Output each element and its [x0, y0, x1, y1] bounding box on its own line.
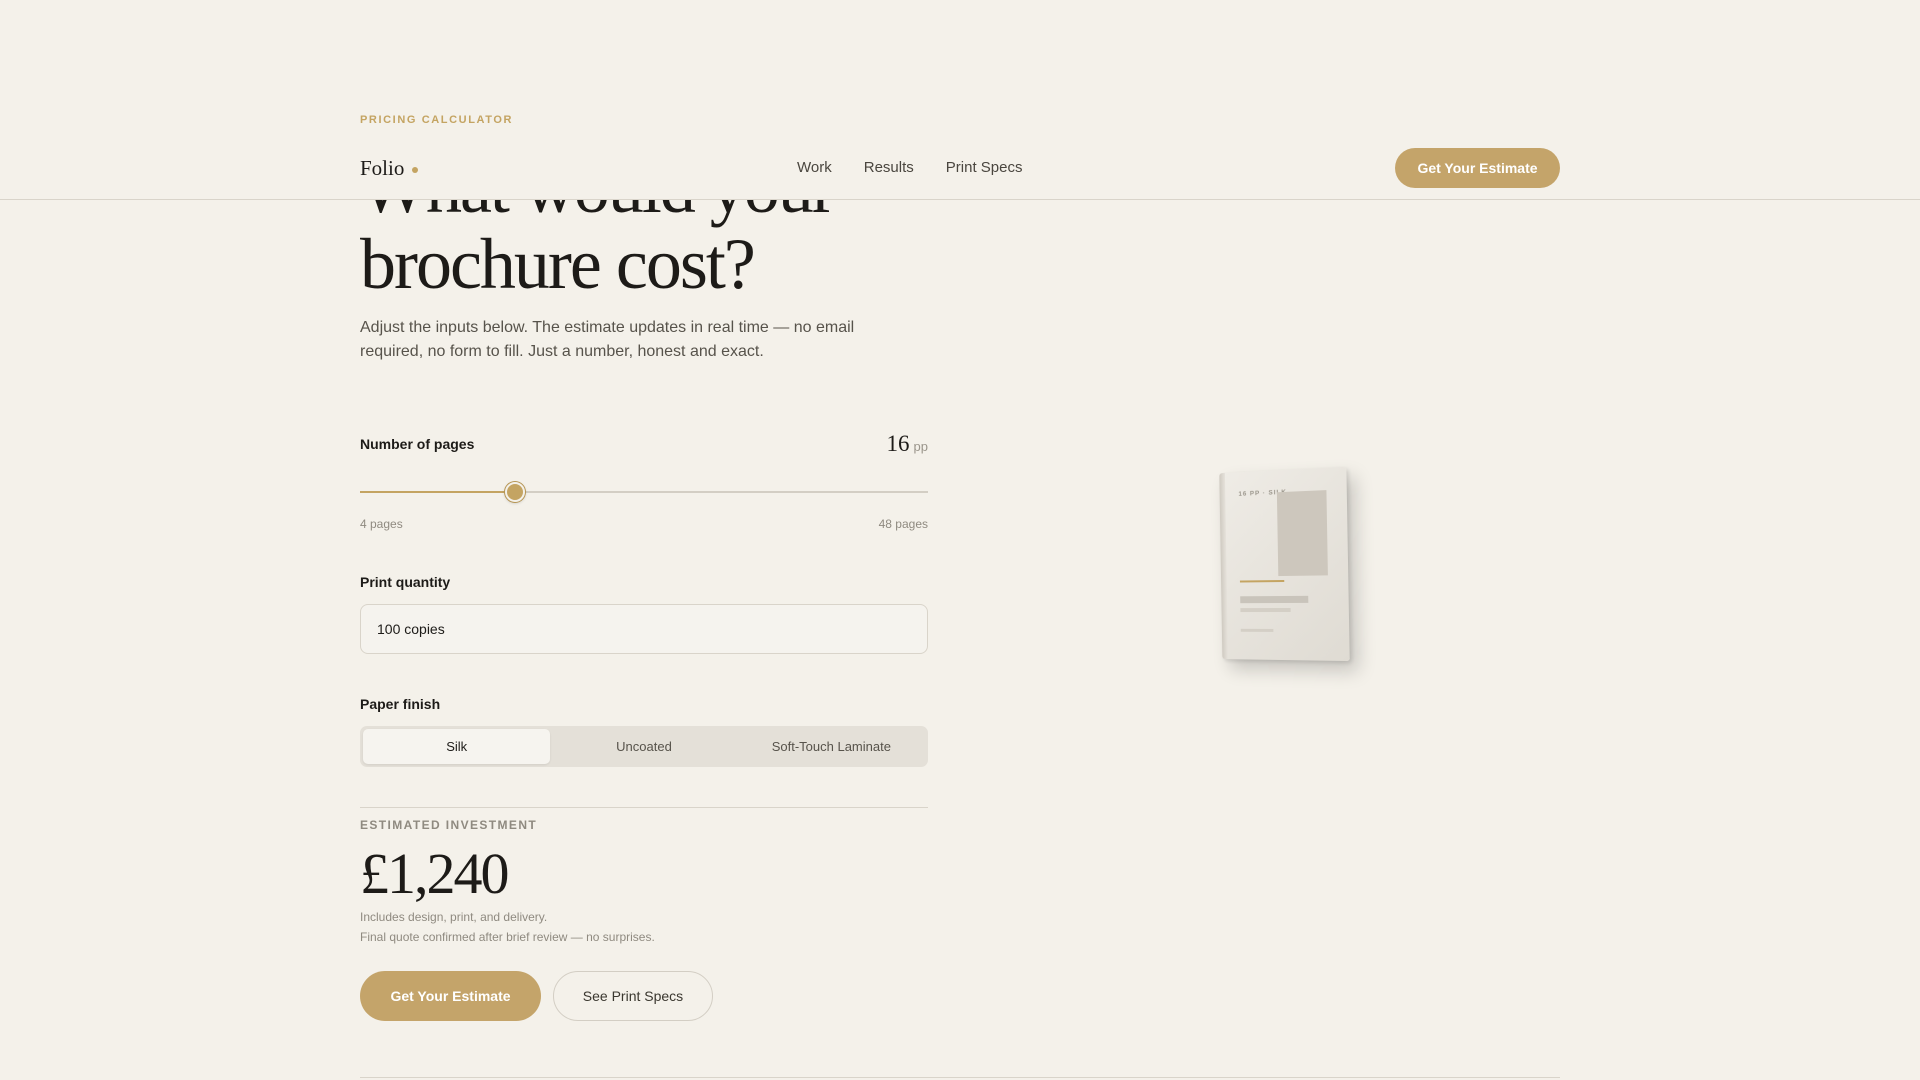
- page-title-line-2: brochure cost?: [360, 224, 756, 304]
- bottom-divider: [360, 1077, 1560, 1078]
- finish-segmented-control: Silk Uncoated Soft-Touch Laminate: [360, 726, 928, 767]
- get-estimate-button[interactable]: Get Your Estimate: [360, 971, 541, 1021]
- pages-min-label: 4 pages: [360, 517, 403, 531]
- estimate-note-2: Final quote confirmed after brief review…: [360, 930, 655, 944]
- brand-dot-icon: [412, 166, 419, 173]
- finish-option-soft-touch[interactable]: Soft-Touch Laminate: [738, 729, 925, 764]
- brand-name: Folio: [360, 156, 405, 180]
- pages-label: Number of pages: [360, 436, 475, 452]
- estimate-price: £1,240: [360, 841, 509, 906]
- pages-value-display: 16 pp: [887, 431, 928, 457]
- brochure-spine: [1219, 472, 1229, 660]
- pages-slider-fill: [360, 491, 515, 493]
- eyebrow-label: PRICING CALCULATOR: [360, 114, 514, 126]
- brochure-text-line: [1240, 595, 1309, 604]
- nav-link-results[interactable]: Results: [864, 159, 914, 176]
- nav-link-work[interactable]: Work: [797, 159, 832, 176]
- estimate-note-1: Includes design, print, and delivery.: [360, 910, 548, 924]
- brochure-text-line: [1240, 607, 1291, 613]
- estimate-label: ESTIMATED INVESTMENT: [360, 818, 538, 832]
- top-navbar: Folio Work Results Print Specs Get Your …: [0, 136, 1920, 200]
- brand-logo[interactable]: Folio: [360, 156, 419, 181]
- see-print-specs-button[interactable]: See Print Specs: [553, 971, 713, 1021]
- finish-option-uncoated[interactable]: Uncoated: [550, 729, 737, 764]
- nav-link-print-specs[interactable]: Print Specs: [946, 159, 1023, 176]
- nav-links: Work Results Print Specs: [797, 159, 1022, 176]
- pages-unit: pp: [913, 439, 928, 454]
- pages-slider-track[interactable]: [360, 482, 928, 502]
- finish-label: Paper finish: [360, 696, 441, 712]
- finish-option-silk[interactable]: Silk: [363, 729, 551, 764]
- nav-get-estimate-button[interactable]: Get Your Estimate: [1395, 148, 1560, 188]
- brochure-photo-placeholder: [1276, 490, 1328, 577]
- quantity-label: Print quantity: [360, 574, 451, 590]
- pages-slider-thumb[interactable]: [504, 482, 525, 502]
- brochure-accent-line: [1239, 579, 1285, 583]
- quantity-input[interactable]: [360, 604, 928, 654]
- estimate-divider: [360, 807, 928, 808]
- intro-text: Adjust the inputs below. The estimate up…: [360, 319, 855, 360]
- pages-value: 16: [886, 431, 910, 456]
- brochure-mockup-image: 16 PP · SILK: [1219, 466, 1350, 662]
- brochure-text-line: [1240, 628, 1274, 632]
- pages-max-label: 48 pages: [878, 517, 928, 531]
